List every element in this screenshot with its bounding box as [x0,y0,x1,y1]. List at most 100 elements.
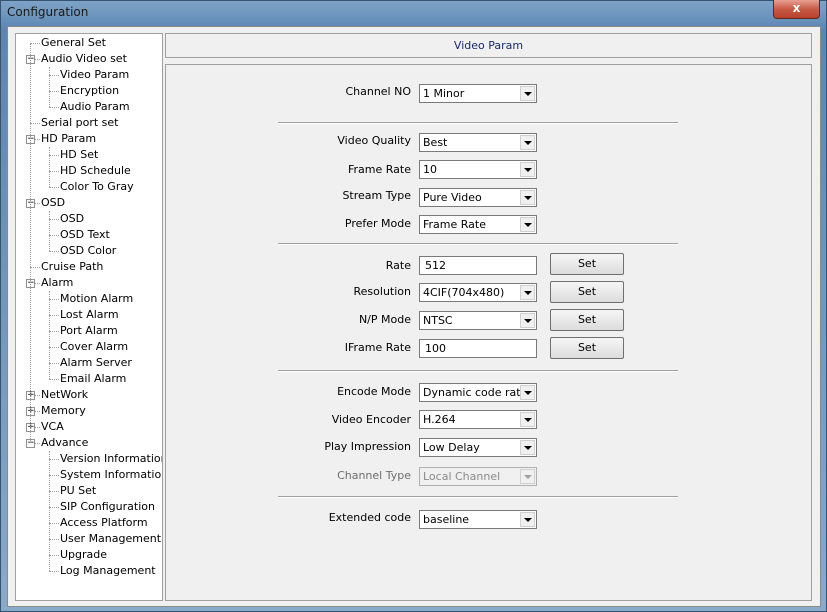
tree-connector [49,91,59,92]
tree-connector [49,475,59,476]
tree-item-motion-alarm[interactable]: Motion Alarm [60,291,133,307]
chevron-down-icon [520,162,535,177]
play-impression-label: Play Impression [324,440,411,453]
tree-item-cruise-path[interactable]: Cruise Path [41,259,103,275]
extended-code-value: baseline [423,513,470,526]
tree-item-pu-set[interactable]: PU Set [60,483,96,499]
tree-item-version-information[interactable]: Version Information [60,451,162,467]
prefer-mode-value: Frame Rate [423,218,486,231]
tree-item-vca[interactable]: VCA [41,419,64,435]
channel-no-select[interactable]: 1 Minor [419,84,537,103]
frame-rate-value: 10 [423,163,437,176]
divider [278,122,678,124]
tree-item-audio-video-set[interactable]: Audio Video set [41,51,127,67]
tree-connector [49,219,59,220]
tree-connector [49,571,59,572]
tree-item-osd[interactable]: OSD [60,211,84,227]
encode-mode-value: Dynamic code rate [423,386,528,399]
tree-connector [49,171,59,172]
tree-item-port-alarm[interactable]: Port Alarm [60,323,118,339]
title-bar[interactable]: Configuration x [1,0,826,23]
iframe-rate-input[interactable]: 100 [419,339,537,358]
tree-item-hd-schedule[interactable]: HD Schedule [60,163,131,179]
tree-connector [30,43,40,44]
resolution-label: Resolution [353,285,411,298]
tree-connector [30,43,31,443]
tree-connector [49,251,59,252]
video-quality-select[interactable]: Best [419,133,537,152]
tree-item-osd[interactable]: OSD [41,195,65,211]
tree-item-hd-set[interactable]: HD Set [60,147,98,163]
encode-mode-select[interactable]: Dynamic code rate [419,383,537,402]
tree-item-access-platform[interactable]: Access Platform [60,515,148,531]
extended-code-select[interactable]: baseline [419,510,537,529]
stream-type-label: Stream Type [342,189,411,202]
tree-connector [49,539,59,540]
tree-connector [49,507,59,508]
tree-connector [30,123,40,124]
window-title: Configuration [7,5,89,19]
frame-rate-label: Frame Rate [348,163,411,176]
play-impression-select[interactable]: Low Delay [419,438,537,457]
video-param-panel: Channel NO 1 Minor Video Quality Best Fr… [165,64,812,601]
tree-item-osd-text[interactable]: OSD Text [60,227,110,243]
channel-no-value: 1 Minor [423,87,465,100]
play-impression-value: Low Delay [423,441,480,454]
close-button[interactable]: x [773,0,820,19]
tree-item-alarm-server[interactable]: Alarm Server [60,355,132,371]
chevron-down-icon [520,135,535,150]
frame-rate-select[interactable]: 10 [419,160,537,179]
video-encoder-select[interactable]: H.264 [419,410,537,429]
rate-set-button[interactable]: Set [550,253,624,275]
divider [278,370,678,372]
chevron-down-icon [520,217,535,232]
chevron-down-icon [520,440,535,455]
tree-connector [30,267,40,268]
configuration-window: Configuration x General Set Audio Video s… [0,0,827,612]
tree-item-cover-alarm[interactable]: Cover Alarm [60,339,128,355]
tree-item-system-information[interactable]: System Information [60,467,162,483]
iframe-rate-set-button[interactable]: Set [550,337,624,359]
tree-item-user-management[interactable]: User Management [60,531,161,547]
resolution-select[interactable]: 4CIF(704x480) [419,283,537,302]
channel-type-value: Local Channel [423,470,501,483]
prefer-mode-label: Prefer Mode [344,217,411,230]
tree-item-log-management[interactable]: Log Management [60,563,156,579]
tree-connector [49,331,59,332]
tree-item-upgrade[interactable]: Upgrade [60,547,107,563]
resolution-value: 4CIF(704x480) [423,286,505,299]
prefer-mode-select[interactable]: Frame Rate [419,215,537,234]
tree-connector [49,211,50,251]
tree-connector [49,363,59,364]
tree-item-general-set[interactable]: General Set [41,35,106,51]
tree-item-sip-configuration[interactable]: SIP Configuration [60,499,155,515]
tree-connector [49,299,59,300]
tree-item-hd-param[interactable]: HD Param [41,131,96,147]
tree-item-encryption[interactable]: Encryption [60,83,119,99]
chevron-down-icon [520,412,535,427]
channel-type-label: Channel Type [337,469,411,482]
chevron-down-icon [520,385,535,400]
tree-connector [49,491,59,492]
tree-item-alarm[interactable]: Alarm [41,275,73,291]
tree-item-email-alarm[interactable]: Email Alarm [60,371,126,387]
rate-input[interactable]: 512 [419,256,537,275]
tree-item-advance[interactable]: Advance [41,435,88,451]
resolution-set-button[interactable]: Set [550,281,624,303]
tree-item-lost-alarm[interactable]: Lost Alarm [60,307,119,323]
np-mode-set-button[interactable]: Set [550,309,624,331]
tree-connector [49,379,59,380]
chevron-down-icon [520,313,535,328]
tree-item-memory[interactable]: Memory [41,403,86,419]
tree-item-video-param[interactable]: Video Param [60,67,129,83]
tree-item-osd-color[interactable]: OSD Color [60,243,116,259]
tree-item-color-to-gray[interactable]: Color To Gray [60,179,134,195]
np-mode-select[interactable]: NTSC [419,311,537,330]
tree-item-network[interactable]: NetWork [41,387,88,403]
tree-connector [49,523,59,524]
extended-code-label: Extended code [328,511,411,524]
stream-type-select[interactable]: Pure Video [419,188,537,207]
tree-item-audio-param[interactable]: Audio Param [60,99,130,115]
tree-item-serial-port-set[interactable]: Serial port set [41,115,118,131]
section-header: Video Param [165,33,812,58]
